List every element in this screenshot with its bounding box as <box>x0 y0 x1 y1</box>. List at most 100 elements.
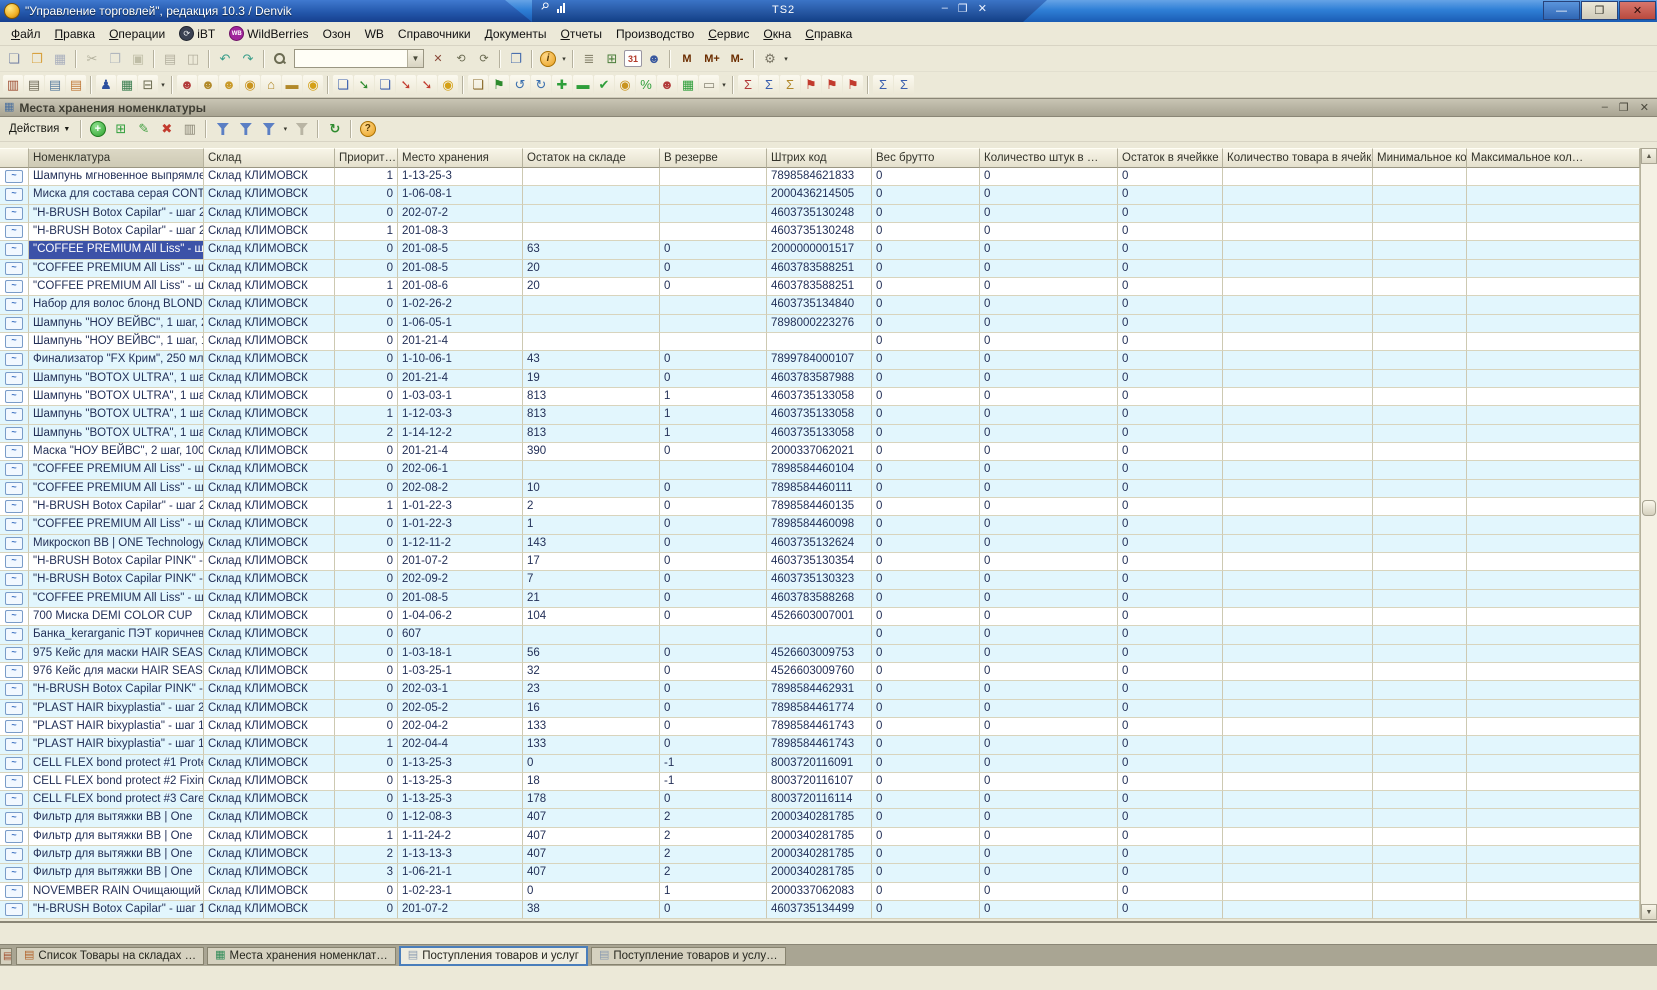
cell-reserve[interactable]: 2 <box>660 864 767 882</box>
cell-name[interactable]: Фильтр для вытяжки BB | One <box>29 846 204 864</box>
cell-reserve[interactable] <box>660 333 767 351</box>
cell-reserve[interactable]: 0 <box>660 791 767 809</box>
rdp-minimize-button[interactable]: – <box>942 2 948 15</box>
clear-search-icon[interactable]: ✕ <box>427 49 449 69</box>
doc-exchange-icon[interactable]: ↻ <box>531 75 551 95</box>
cell-min-qty[interactable] <box>1373 700 1467 718</box>
cell-name[interactable]: Шампунь "BOTOX ULTRA", 1 ша… <box>29 370 204 388</box>
cell-priority[interactable]: 1 <box>335 168 398 186</box>
cell-gross-weight[interactable]: 0 <box>872 186 980 204</box>
cell-barcode[interactable]: 2000340281785 <box>767 864 872 882</box>
doc-percent-icon[interactable]: % <box>636 75 656 95</box>
cell-barcode[interactable]: 8003720116091 <box>767 755 872 773</box>
table-row[interactable]: ~"H-BRUSH Botox Capilar" - шаг 2 …Склад … <box>0 205 1640 223</box>
cell-min-qty[interactable] <box>1373 828 1467 846</box>
cell-stock[interactable]: 390 <box>523 443 660 461</box>
cell-qty-per-box[interactable]: 0 <box>980 755 1118 773</box>
cell-cell-qty[interactable] <box>1223 406 1373 424</box>
cell-qty-per-box[interactable]: 0 <box>980 535 1118 553</box>
cell-cell-qty[interactable] <box>1223 333 1373 351</box>
cell-barcode[interactable]: 2000340281785 <box>767 828 872 846</box>
cell-qty-per-box[interactable]: 0 <box>980 718 1118 736</box>
list-settings-icon[interactable]: ≣ <box>578 49 600 69</box>
cell-min-qty[interactable] <box>1373 388 1467 406</box>
cell-gross-weight[interactable]: 0 <box>872 223 980 241</box>
cell-barcode[interactable]: 7898584460098 <box>767 516 872 534</box>
cell-qty-per-box[interactable]: 0 <box>980 590 1118 608</box>
cell-stock[interactable] <box>523 461 660 479</box>
cell-max-qty[interactable] <box>1467 883 1640 901</box>
cell-cell-qty[interactable] <box>1223 553 1373 571</box>
handshake-icon[interactable]: ▭ <box>699 75 719 95</box>
cell-stock[interactable]: 0 <box>523 755 660 773</box>
cell-stock[interactable] <box>523 205 660 223</box>
column-header-location[interactable]: Место хранения <box>398 148 523 168</box>
money-table-icon[interactable]: ▦ <box>117 75 137 95</box>
doc-manager-icon[interactable]: ❏ <box>333 75 353 95</box>
cell-cell-qty[interactable] <box>1223 315 1373 333</box>
cell-location[interactable]: 201-08-5 <box>398 260 523 278</box>
cell-max-qty[interactable] <box>1467 809 1640 827</box>
cell-gross-weight[interactable]: 0 <box>872 480 980 498</box>
cell-min-qty[interactable] <box>1373 608 1467 626</box>
cell-warehouse[interactable]: Склад КЛИМОВСК <box>204 498 335 516</box>
cell-name[interactable]: "H-BRUSH Botox Capilar PINK" - … <box>29 571 204 589</box>
cell-barcode[interactable]: 7898584621833 <box>767 168 872 186</box>
cell-warehouse[interactable]: Склад КЛИМОВСК <box>204 241 335 259</box>
menu-edit[interactable]: Правка <box>48 25 103 43</box>
cell-qty-per-box[interactable]: 0 <box>980 553 1118 571</box>
cell-cell-remainder[interactable]: 0 <box>1118 205 1223 223</box>
cell-reserve[interactable]: 0 <box>660 571 767 589</box>
history-icon[interactable]: ▥ <box>179 119 200 139</box>
report-sigma-people-icon[interactable]: Σ <box>780 75 800 95</box>
cell-location[interactable]: 607 <box>398 626 523 644</box>
cell-name[interactable]: 975 Кейс для маски HAIR SEAS… <box>29 645 204 663</box>
cell-cell-remainder[interactable]: 0 <box>1118 773 1223 791</box>
cell-location[interactable]: 1-13-13-3 <box>398 846 523 864</box>
cell-max-qty[interactable] <box>1467 315 1640 333</box>
cell-cell-qty[interactable] <box>1223 480 1373 498</box>
cell-max-qty[interactable] <box>1467 443 1640 461</box>
pin-icon[interactable]: ⚲ <box>538 1 552 15</box>
add-item-icon[interactable]: + <box>87 119 108 139</box>
counterparties-icon[interactable]: ♟ <box>96 75 116 95</box>
menu-file[interactable]: Файл <box>4 25 48 43</box>
cell-barcode[interactable] <box>767 333 872 351</box>
cell-reserve[interactable]: 0 <box>660 736 767 754</box>
cell-barcode[interactable]: 7898584462931 <box>767 681 872 699</box>
cell-warehouse[interactable]: Склад КЛИМОВСК <box>204 186 335 204</box>
cell-qty-per-box[interactable]: 0 <box>980 498 1118 516</box>
cell-reserve[interactable]: 0 <box>660 516 767 534</box>
cell-reserve[interactable]: 0 <box>660 681 767 699</box>
cell-location[interactable]: 1-06-21-1 <box>398 864 523 882</box>
cell-reserve[interactable]: 0 <box>660 901 767 919</box>
cell-min-qty[interactable] <box>1373 736 1467 754</box>
table-row[interactable]: ~975 Кейс для маски HAIR SEAS…Склад КЛИМ… <box>0 645 1640 663</box>
cell-gross-weight[interactable]: 0 <box>872 351 980 369</box>
table-row[interactable]: ~Фильтр для вытяжки BB | OneСклад КЛИМОВ… <box>0 864 1640 882</box>
cell-qty-per-box[interactable]: 0 <box>980 296 1118 314</box>
cell-priority[interactable]: 0 <box>335 901 398 919</box>
cell-priority[interactable]: 0 <box>335 351 398 369</box>
cell-gross-weight[interactable]: 0 <box>872 388 980 406</box>
table-row[interactable]: ~CELL FLEX bond protect #1 Protec…Склад … <box>0 755 1640 773</box>
mdi-minimize-button[interactable]: – <box>1602 101 1608 114</box>
menu-wildberries[interactable]: WBWildBerries <box>222 24 315 43</box>
close-button[interactable]: ✕ <box>1619 1 1656 20</box>
cell-reserve[interactable]: 0 <box>660 260 767 278</box>
cell-warehouse[interactable]: Склад КЛИМОВСК <box>204 846 335 864</box>
cell-warehouse[interactable]: Склад КЛИМОВСК <box>204 663 335 681</box>
cell-warehouse[interactable]: Склад КЛИМОВСК <box>204 351 335 369</box>
cell-min-qty[interactable] <box>1373 223 1467 241</box>
cell-cell-remainder[interactable]: 0 <box>1118 883 1223 901</box>
cell-gross-weight[interactable]: 0 <box>872 571 980 589</box>
info-icon[interactable]: i <box>537 49 559 69</box>
cell-location[interactable]: 201-21-4 <box>398 443 523 461</box>
cell-cell-remainder[interactable]: 0 <box>1118 406 1223 424</box>
cell-location[interactable]: 201-07-2 <box>398 901 523 919</box>
dropdown-arrow-icon[interactable]: ▾ <box>159 81 167 89</box>
cell-qty-per-box[interactable]: 0 <box>980 846 1118 864</box>
cell-cell-remainder[interactable]: 0 <box>1118 370 1223 388</box>
service-dropdown-icon[interactable]: ▾ <box>782 55 790 63</box>
cell-stock[interactable]: 38 <box>523 901 660 919</box>
